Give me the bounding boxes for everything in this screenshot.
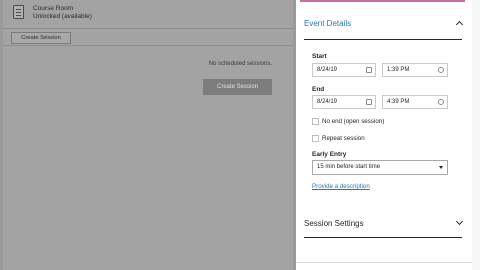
early-entry-select[interactable]: 15 min before start time [312,160,448,175]
panel-footer-divider [296,262,472,263]
end-label: End [312,86,325,93]
repeat-session-label[interactable]: Repeat session [322,135,365,142]
clock-icon[interactable] [438,99,444,105]
no-end-checkbox[interactable] [312,118,319,125]
start-time-value: 1:39 PM [387,67,410,73]
early-entry-label: Early Entry [312,151,347,158]
panel-card: Event Details Start 8/24/19 1:39 PM End … [296,0,472,270]
create-session-button[interactable]: Create Session [203,79,272,95]
session-settings-header[interactable]: Session Settings [304,216,464,234]
section-divider [304,237,462,238]
course-header: Course Room Unlocked (available) [3,0,293,28]
calendar-icon[interactable] [366,99,372,105]
event-details-heading[interactable]: Event Details [304,19,351,28]
session-side-panel: Event Details Start 8/24/19 1:39 PM End … [296,0,480,270]
no-end-label[interactable]: No end (open session) [322,118,384,125]
end-time-value: 4:39 PM [387,99,410,105]
divider [3,28,293,29]
chevron-down-icon[interactable] [455,217,464,226]
course-status: Unlocked (available) [33,13,92,20]
start-date-input[interactable]: 8/24/19 [312,63,376,77]
start-date-value: 8/24/19 [317,67,338,73]
start-label: Start [312,53,327,60]
create-session-tab[interactable]: Create Session [11,32,71,44]
start-time-input[interactable]: 1:39 PM [382,63,448,77]
end-time-input[interactable]: 4:39 PM [382,95,448,109]
repeat-session-checkbox[interactable] [312,135,319,142]
dropdown-caret-icon[interactable] [439,166,443,169]
chevron-up-icon[interactable] [455,20,464,29]
event-details-header[interactable]: Event Details [304,16,464,34]
session-settings-heading[interactable]: Session Settings [304,219,364,228]
clock-icon[interactable] [438,67,444,73]
end-date-value: 8/24/19 [317,99,338,105]
calendar-icon[interactable] [366,67,372,73]
end-date-input[interactable]: 8/24/19 [312,95,376,109]
top-accent-bar [300,0,465,2]
divider [3,45,293,46]
empty-sessions-message: No scheduled sessions. [208,61,272,67]
provide-description-link[interactable]: Provide a description [312,183,370,190]
early-entry-value: 15 min before start time [317,164,381,170]
document-icon [13,5,24,19]
section-divider [304,39,462,40]
course-title: Course Room [33,5,74,12]
